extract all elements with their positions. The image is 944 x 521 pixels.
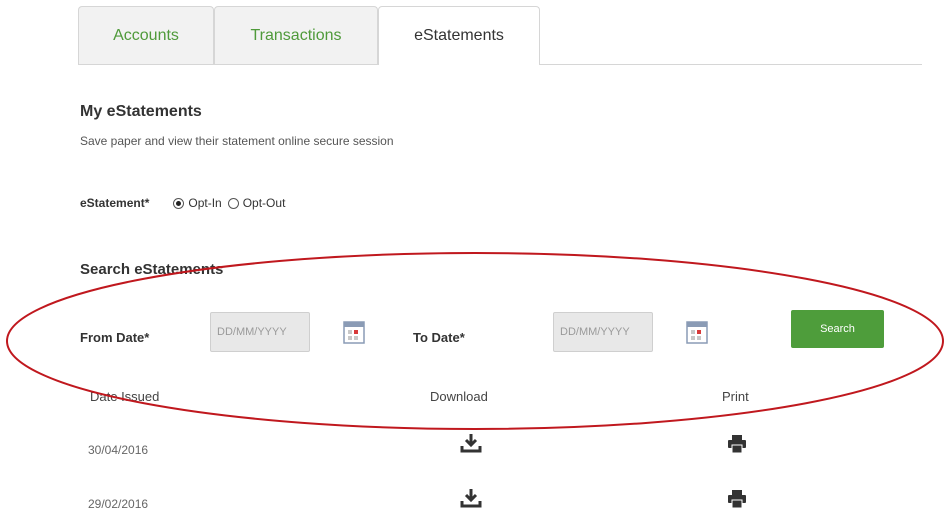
- tab-transactions[interactable]: Transactions: [214, 6, 378, 64]
- column-header-date-issued: Date Issued: [90, 389, 160, 404]
- estatement-option-row: eStatement* Opt-In Opt-Out: [80, 196, 291, 210]
- from-date-input[interactable]: [210, 312, 310, 352]
- opt-in-radio[interactable]: Opt-In: [173, 196, 222, 210]
- download-icon[interactable]: [460, 487, 482, 509]
- opt-out-radio[interactable]: Opt-Out: [227, 196, 286, 210]
- page-title: My eStatements: [80, 103, 202, 120]
- column-header-download: Download: [430, 389, 488, 404]
- row-2-date: 29/02/2016: [88, 497, 149, 511]
- calendar-icon[interactable]: [343, 320, 365, 344]
- from-date-label: From Date*: [80, 330, 150, 345]
- column-header-print: Print: [722, 389, 749, 404]
- tab-bar: Accounts Transactions eStatements: [78, 6, 922, 65]
- opt-in-label: Opt-In: [188, 196, 222, 210]
- printer-icon[interactable]: [728, 434, 746, 454]
- calendar-icon[interactable]: [686, 320, 708, 344]
- page-subtitle: Save paper and view their statement onli…: [80, 134, 394, 148]
- to-date-label: To Date*: [413, 330, 465, 345]
- row-1-date: 30/04/2016: [88, 443, 149, 457]
- estatement-option-label: eStatement*: [80, 196, 150, 210]
- download-icon[interactable]: [460, 432, 482, 454]
- radio-checked-icon: [173, 197, 185, 209]
- radio-unchecked-icon: [227, 197, 239, 209]
- to-date-input[interactable]: [553, 312, 653, 352]
- search-button[interactable]: Search: [791, 310, 884, 348]
- opt-out-label: Opt-Out: [242, 196, 286, 210]
- printer-icon[interactable]: [728, 489, 746, 509]
- tab-estatements[interactable]: eStatements: [378, 6, 540, 65]
- tab-accounts[interactable]: Accounts: [78, 6, 214, 64]
- search-section-title: Search eStatements: [80, 261, 224, 278]
